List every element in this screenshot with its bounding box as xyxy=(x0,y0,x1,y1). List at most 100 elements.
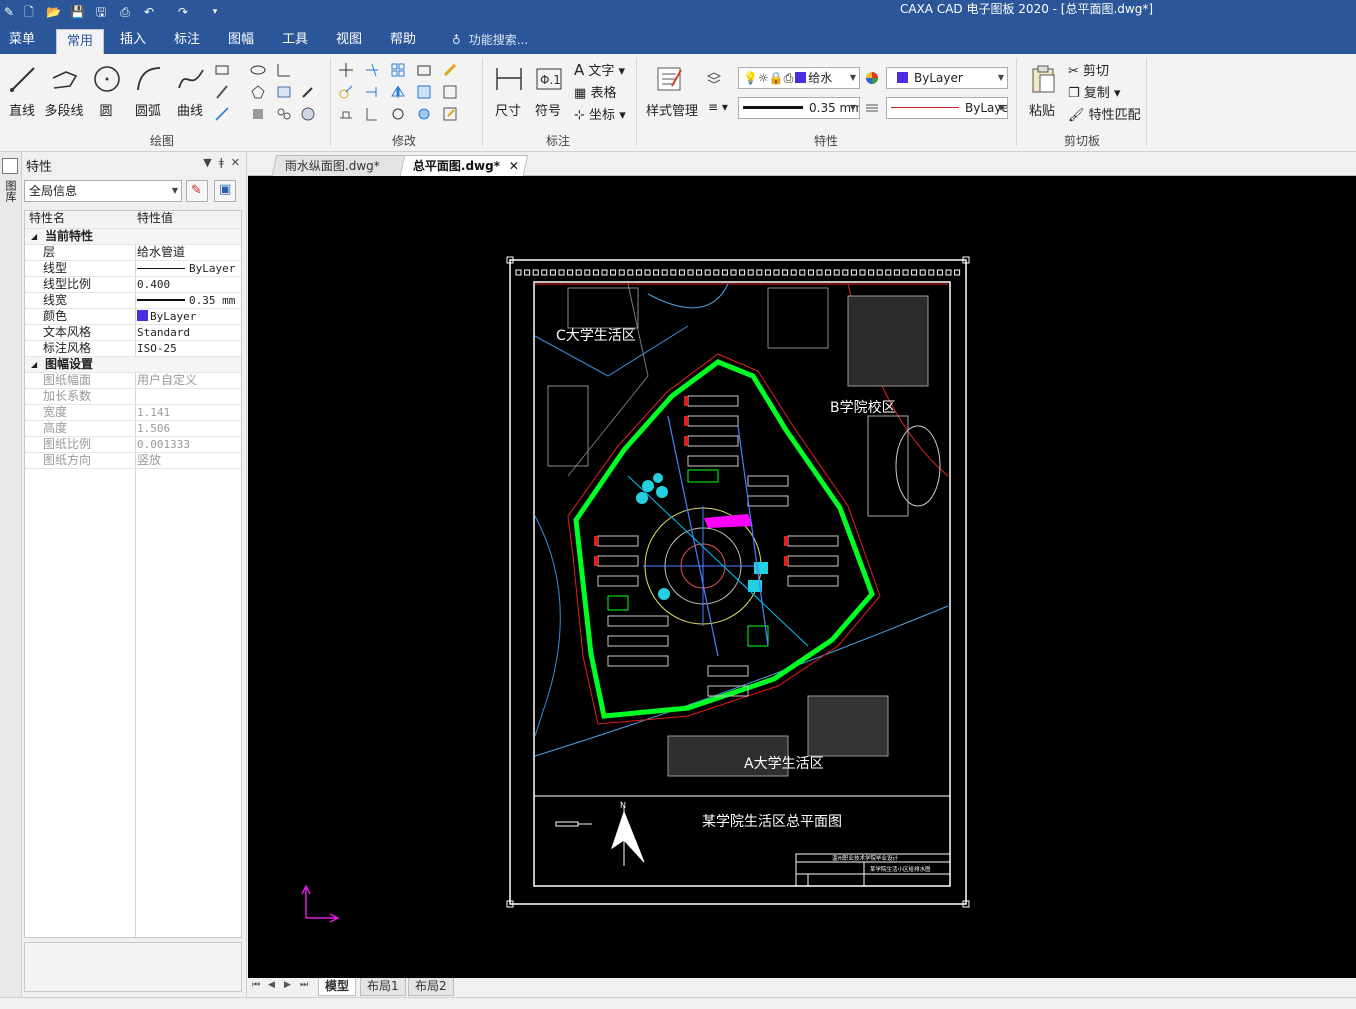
table-button[interactable]: ▦ 表格 xyxy=(574,82,616,101)
match-props-button[interactable]: 🖌 特性匹配 xyxy=(1068,104,1141,123)
first-tab-icon[interactable]: ⏮ xyxy=(252,980,260,990)
rectangle-icon[interactable] xyxy=(214,62,230,78)
layout-tab-1[interactable]: 布局1 xyxy=(360,978,406,996)
ellipse-icon[interactable] xyxy=(250,62,266,78)
text-button[interactable]: A 文字 ▾ xyxy=(574,60,625,79)
pin-icon[interactable]: ǂ xyxy=(219,156,224,169)
prev-tab-icon[interactable]: ◀ xyxy=(268,980,275,990)
drawing-canvas[interactable]: C大学生活区 B学院校区 A大学生活区 某学院生活区总平面图 N 温州职业技术学… xyxy=(248,176,1356,978)
lineweight-dropdown[interactable]: 0.35 mm ▼ xyxy=(738,97,860,119)
prop-row-lineweight[interactable]: 线宽 0.35 mm xyxy=(25,293,241,309)
doc-tab-site-plan[interactable]: 总平面图.dwg* ✕ xyxy=(399,155,529,176)
function-search[interactable]: ♁ 功能搜索... xyxy=(452,28,528,54)
scale-icon[interactable] xyxy=(338,84,354,100)
print-icon[interactable]: ⎙ xyxy=(118,5,132,19)
stretch-icon[interactable] xyxy=(364,106,380,122)
tab-menu[interactable]: 菜单 xyxy=(2,28,42,54)
prop-row-layer[interactable]: 层 给水管道 xyxy=(25,245,241,261)
last-tab-icon[interactable]: ⏭ xyxy=(300,980,308,990)
tab-common[interactable]: 常用 xyxy=(56,29,104,54)
trim-icon[interactable] xyxy=(364,62,380,78)
tab-annotate[interactable]: 标注 xyxy=(166,28,208,54)
paste-button[interactable]: 粘贴 xyxy=(1022,60,1062,120)
tab-insert[interactable]: 插入 xyxy=(112,28,154,54)
spline-icon[interactable] xyxy=(276,106,292,122)
curve-button[interactable]: 曲线 xyxy=(170,60,210,120)
close-tab-icon[interactable]: ✕ xyxy=(509,156,519,176)
extend-icon[interactable] xyxy=(364,84,380,100)
customize-quickbar-icon[interactable]: ▾ xyxy=(208,5,222,19)
arc-button[interactable]: 圆弧 xyxy=(128,60,168,120)
redo-icon[interactable]: ↷ xyxy=(176,5,190,19)
panel-menu-icon[interactable]: ▼ xyxy=(203,156,211,169)
color-dropdown[interactable]: ByLayer ▼ xyxy=(886,67,1008,89)
ray-icon[interactable] xyxy=(214,106,230,122)
app-logo-icon[interactable]: ✎ xyxy=(2,5,16,19)
polyline-button[interactable]: 多段线 xyxy=(44,60,84,120)
chamfer-icon[interactable] xyxy=(416,84,432,100)
array-icon[interactable] xyxy=(390,62,406,78)
close-icon[interactable]: ✕ xyxy=(231,156,240,169)
border-cell xyxy=(954,269,961,276)
prop-row-text-style[interactable]: 文本风格 Standard xyxy=(25,325,241,341)
save-as-icon[interactable]: 🖫 xyxy=(94,5,108,19)
point-icon[interactable] xyxy=(300,84,316,100)
toggle-pickadd-button[interactable]: ✎ xyxy=(186,180,208,202)
tab-tools[interactable]: 工具 xyxy=(274,28,316,54)
polygon-icon[interactable] xyxy=(250,84,266,100)
offset-icon[interactable] xyxy=(416,62,432,78)
circle-button[interactable]: 圆 xyxy=(86,60,126,120)
library-side-tab[interactable]: 图库 xyxy=(3,180,17,202)
layer-dropdown[interactable]: 💡☼🔒⎙ 给水 ▼ xyxy=(738,67,860,89)
border-cell xyxy=(807,269,814,276)
hatch-icon[interactable] xyxy=(276,84,292,100)
edit-icon[interactable] xyxy=(442,106,458,122)
copy-button[interactable]: ❐ 复制 ▾ xyxy=(1068,82,1120,101)
parallel-line-icon[interactable] xyxy=(214,84,230,100)
fillet-icon[interactable] xyxy=(442,84,458,100)
mirror-icon[interactable] xyxy=(390,84,406,100)
properties-side-icon[interactable] xyxy=(2,158,18,174)
brush-icon[interactable] xyxy=(442,62,458,78)
linetype-scale-icon[interactable] xyxy=(864,100,880,116)
tab-sheet[interactable]: 图幅 xyxy=(220,28,262,54)
layout-tab-model[interactable]: 模型 xyxy=(318,978,357,996)
layout-tab-2[interactable]: 布局2 xyxy=(408,978,454,996)
cut-button[interactable]: ✂ 剪切 xyxy=(1068,60,1109,79)
prop-row-linetype[interactable]: 线型 ByLayer xyxy=(25,261,241,277)
tab-help[interactable]: 帮助 xyxy=(382,28,424,54)
save-icon[interactable]: 💾 xyxy=(70,5,85,19)
quick-select-button[interactable]: ▣ xyxy=(214,180,236,202)
section-sheet[interactable]: ◢ 图幅设置 xyxy=(25,357,241,373)
color-wheel-icon[interactable] xyxy=(864,70,880,86)
section-current[interactable]: ◢ 当前特性 xyxy=(25,229,241,245)
doc-tab-rainwater[interactable]: 雨水纵面图.dwg* xyxy=(271,155,407,176)
break-icon[interactable] xyxy=(338,106,354,122)
move-icon[interactable] xyxy=(338,62,354,78)
wipeout-icon[interactable] xyxy=(300,106,316,122)
prop-row-color[interactable]: 颜色 ByLayer xyxy=(25,309,241,325)
layer-manager-icon[interactable] xyxy=(706,70,722,86)
style-manager-button[interactable]: 样式管理 xyxy=(646,60,698,120)
open-file-icon[interactable]: 📂 xyxy=(46,5,61,19)
app-window: ✎ 🗋 📂 💾 🖫 ⎙ ↶ ↷ ▾ CAXA CAD 电子图板 2020 - [… xyxy=(0,0,1356,1009)
next-tab-icon[interactable]: ▶ xyxy=(284,980,291,990)
rotate-icon[interactable] xyxy=(390,106,406,122)
block-icon[interactable] xyxy=(250,106,266,122)
prop-row-linetype-scale[interactable]: 线型比例 0.400 xyxy=(25,277,241,293)
undo-icon[interactable]: ↶ xyxy=(142,5,156,19)
tab-view[interactable]: 视图 xyxy=(328,28,370,54)
line-button[interactable]: 直线 xyxy=(2,60,42,120)
linetype-dropdown[interactable]: ByLayer▼ xyxy=(886,97,1008,119)
dimension-button[interactable]: 尺寸 xyxy=(488,60,528,120)
centerline-icon[interactable] xyxy=(276,62,292,78)
object-selector[interactable]: 全局信息 ▼ xyxy=(24,180,182,202)
symbol-button[interactable]: Φ.1 符号 xyxy=(528,60,568,120)
new-file-icon[interactable]: 🗋 xyxy=(22,5,36,19)
coord-button[interactable]: ⊹ 坐标 ▾ xyxy=(574,104,626,123)
explode-icon[interactable] xyxy=(416,106,432,122)
border-cell xyxy=(825,269,832,276)
prop-value-cell: 0.35 mm xyxy=(137,293,241,308)
linetype-menu-icon[interactable]: ≡ ▾ xyxy=(708,100,728,114)
prop-row-dim-style[interactable]: 标注风格 ISO-25 xyxy=(25,341,241,357)
